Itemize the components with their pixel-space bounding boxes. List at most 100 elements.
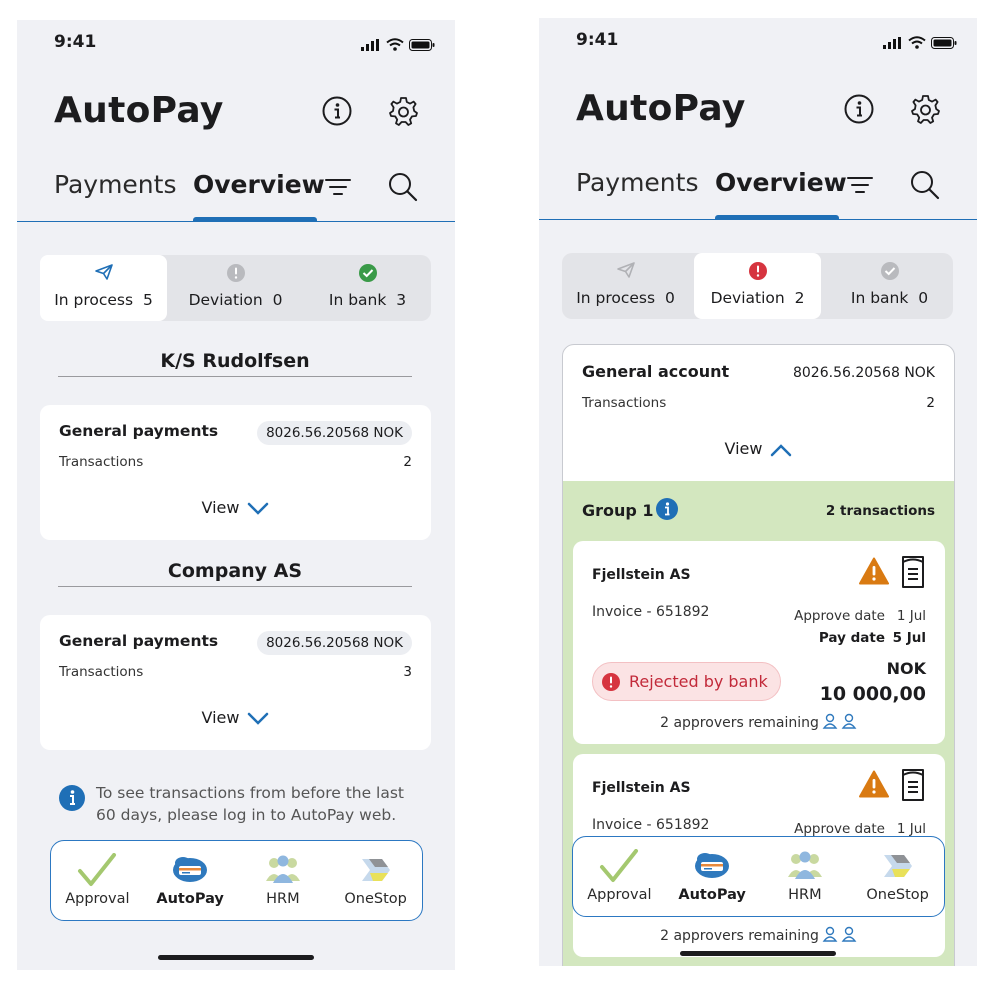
checkmark-icon	[600, 849, 639, 882]
approver-person-icons	[822, 926, 857, 942]
nav-hrm[interactable]: HRM	[237, 841, 330, 920]
account-card[interactable]: General payments 8026.56.20568 NOK Trans…	[40, 615, 431, 750]
invoice-number: Invoice - 651892	[592, 817, 710, 833]
document-icon[interactable]	[899, 555, 927, 589]
currency: NOK	[886, 659, 926, 678]
account-name: General payments	[59, 422, 219, 440]
info-text-line: To see transactions from before the last	[96, 784, 405, 802]
paper-plane-icon	[94, 264, 113, 280]
exclamation-circle-icon	[226, 264, 245, 282]
nav-label: Approval	[587, 887, 652, 903]
approvers-text: 2 approvers remaining	[660, 928, 819, 944]
invoice-card[interactable]: Fjellstein AS Invoice - 651892 Approve d…	[573, 541, 945, 744]
nav-onestop[interactable]: OneStop	[329, 841, 422, 920]
chevron-down-icon	[248, 502, 269, 515]
active-tab-indicator	[715, 215, 839, 220]
wifi-icon	[386, 38, 404, 51]
company-heading: Company AS	[58, 560, 412, 587]
segment-label: Deviation	[188, 291, 263, 309]
gear-icon[interactable]	[387, 95, 419, 127]
transactions-label: Transactions	[59, 454, 144, 470]
segment-count: 0	[918, 289, 929, 307]
transactions-count: 2	[403, 454, 412, 470]
nav-hrm[interactable]: HRM	[759, 837, 852, 916]
payee-name: Fjellstein AS	[592, 780, 691, 796]
status-icons	[361, 38, 435, 51]
signal-icon	[361, 38, 379, 51]
status-segment-control: In process 5 Deviation 0 In bank 3	[40, 255, 431, 321]
tab-overview[interactable]: Overview	[193, 170, 325, 199]
info-text-line: 60 days, please log in to AutoPay web.	[96, 806, 397, 824]
active-tab-indicator	[193, 217, 317, 222]
onestop-logo-icon	[883, 855, 912, 877]
filter-icon[interactable]	[847, 176, 873, 194]
group-transaction-count: 2 transactions	[825, 503, 935, 519]
approvers-remaining: 2 approvers remaining	[573, 926, 945, 944]
segment-deviation[interactable]: Deviation 2	[694, 253, 821, 319]
search-icon[interactable]	[909, 169, 941, 201]
invoice-number: Invoice - 651892	[592, 604, 710, 620]
bottom-nav: Approval AutoPay HRM OneStop	[50, 840, 423, 921]
transactions-count: 3	[403, 664, 412, 680]
approve-date-value: 1 Jul	[896, 608, 926, 624]
segment-label: In process	[576, 289, 656, 307]
segment-in-bank[interactable]: In bank 0	[826, 253, 953, 319]
nav-autopay[interactable]: AutoPay	[144, 841, 237, 920]
segment-label: In bank	[850, 289, 909, 307]
segment-label: Deviation	[710, 289, 785, 307]
document-icon[interactable]	[899, 768, 927, 802]
bottom-nav: Approval AutoPay HRM OneStop	[572, 836, 945, 917]
exclamation-circle-icon	[748, 262, 767, 280]
status-segment-control: In process 0 Deviation 2 In bank 0	[562, 253, 953, 319]
chevron-down-icon	[248, 712, 269, 725]
wifi-icon	[908, 36, 926, 49]
segment-in-bank[interactable]: In bank 3	[304, 255, 431, 321]
nav-autopay[interactable]: AutoPay	[666, 837, 759, 916]
approvers-text: 2 approvers remaining	[660, 715, 819, 731]
status-bar: 9:41	[54, 32, 435, 56]
autopay-logo-icon	[695, 853, 730, 878]
signal-icon	[883, 36, 901, 49]
search-icon[interactable]	[387, 171, 419, 203]
chevron-up-icon	[771, 443, 792, 456]
tab-payments[interactable]: Payments	[576, 168, 698, 197]
account-card[interactable]: General payments 8026.56.20568 NOK Trans…	[40, 405, 431, 540]
segment-in-process[interactable]: In process 5	[40, 255, 167, 321]
tab-payments[interactable]: Payments	[54, 170, 176, 199]
transactions-label: Transactions	[59, 664, 144, 680]
nav-approval[interactable]: Approval	[51, 841, 144, 920]
info-icon[interactable]	[321, 95, 353, 127]
view-toggle[interactable]: View	[40, 498, 431, 517]
view-toggle[interactable]: View	[563, 439, 954, 458]
filter-icon[interactable]	[325, 178, 351, 196]
check-circle-icon	[358, 264, 377, 282]
check-circle-icon	[880, 262, 899, 280]
segment-in-process[interactable]: In process 0	[562, 253, 689, 319]
status-icons	[883, 36, 957, 49]
pay-date-label: Pay date	[818, 630, 885, 646]
segment-count: 2	[794, 289, 805, 307]
nav-label: OneStop	[866, 887, 929, 903]
info-icon[interactable]	[655, 497, 679, 521]
nav-label: HRM	[266, 891, 300, 907]
people-group-icon	[787, 851, 822, 879]
tab-overview[interactable]: Overview	[715, 168, 847, 197]
info-icon[interactable]	[843, 93, 875, 125]
app-title: AutoPay	[54, 90, 224, 131]
nav-label: Approval	[65, 891, 130, 907]
phone-screen-right: 9:41 AutoPay Payments Overview In proces…	[539, 18, 977, 966]
nav-label: HRM	[788, 887, 822, 903]
segment-deviation[interactable]: Deviation 0	[172, 255, 299, 321]
gear-icon[interactable]	[909, 93, 941, 125]
nav-onestop[interactable]: OneStop	[851, 837, 944, 916]
nav-label: AutoPay	[156, 891, 224, 907]
checkmark-icon	[78, 853, 117, 886]
nav-approval[interactable]: Approval	[573, 837, 666, 916]
info-icon	[59, 785, 85, 811]
account-number-badge: 8026.56.20568 NOK	[257, 631, 412, 655]
exclamation-circle-icon	[602, 672, 620, 691]
segment-count: 3	[396, 291, 407, 309]
account-number-badge: 8026.56.20568 NOK	[257, 421, 412, 445]
people-group-icon	[265, 855, 300, 883]
view-toggle[interactable]: View	[40, 708, 431, 727]
